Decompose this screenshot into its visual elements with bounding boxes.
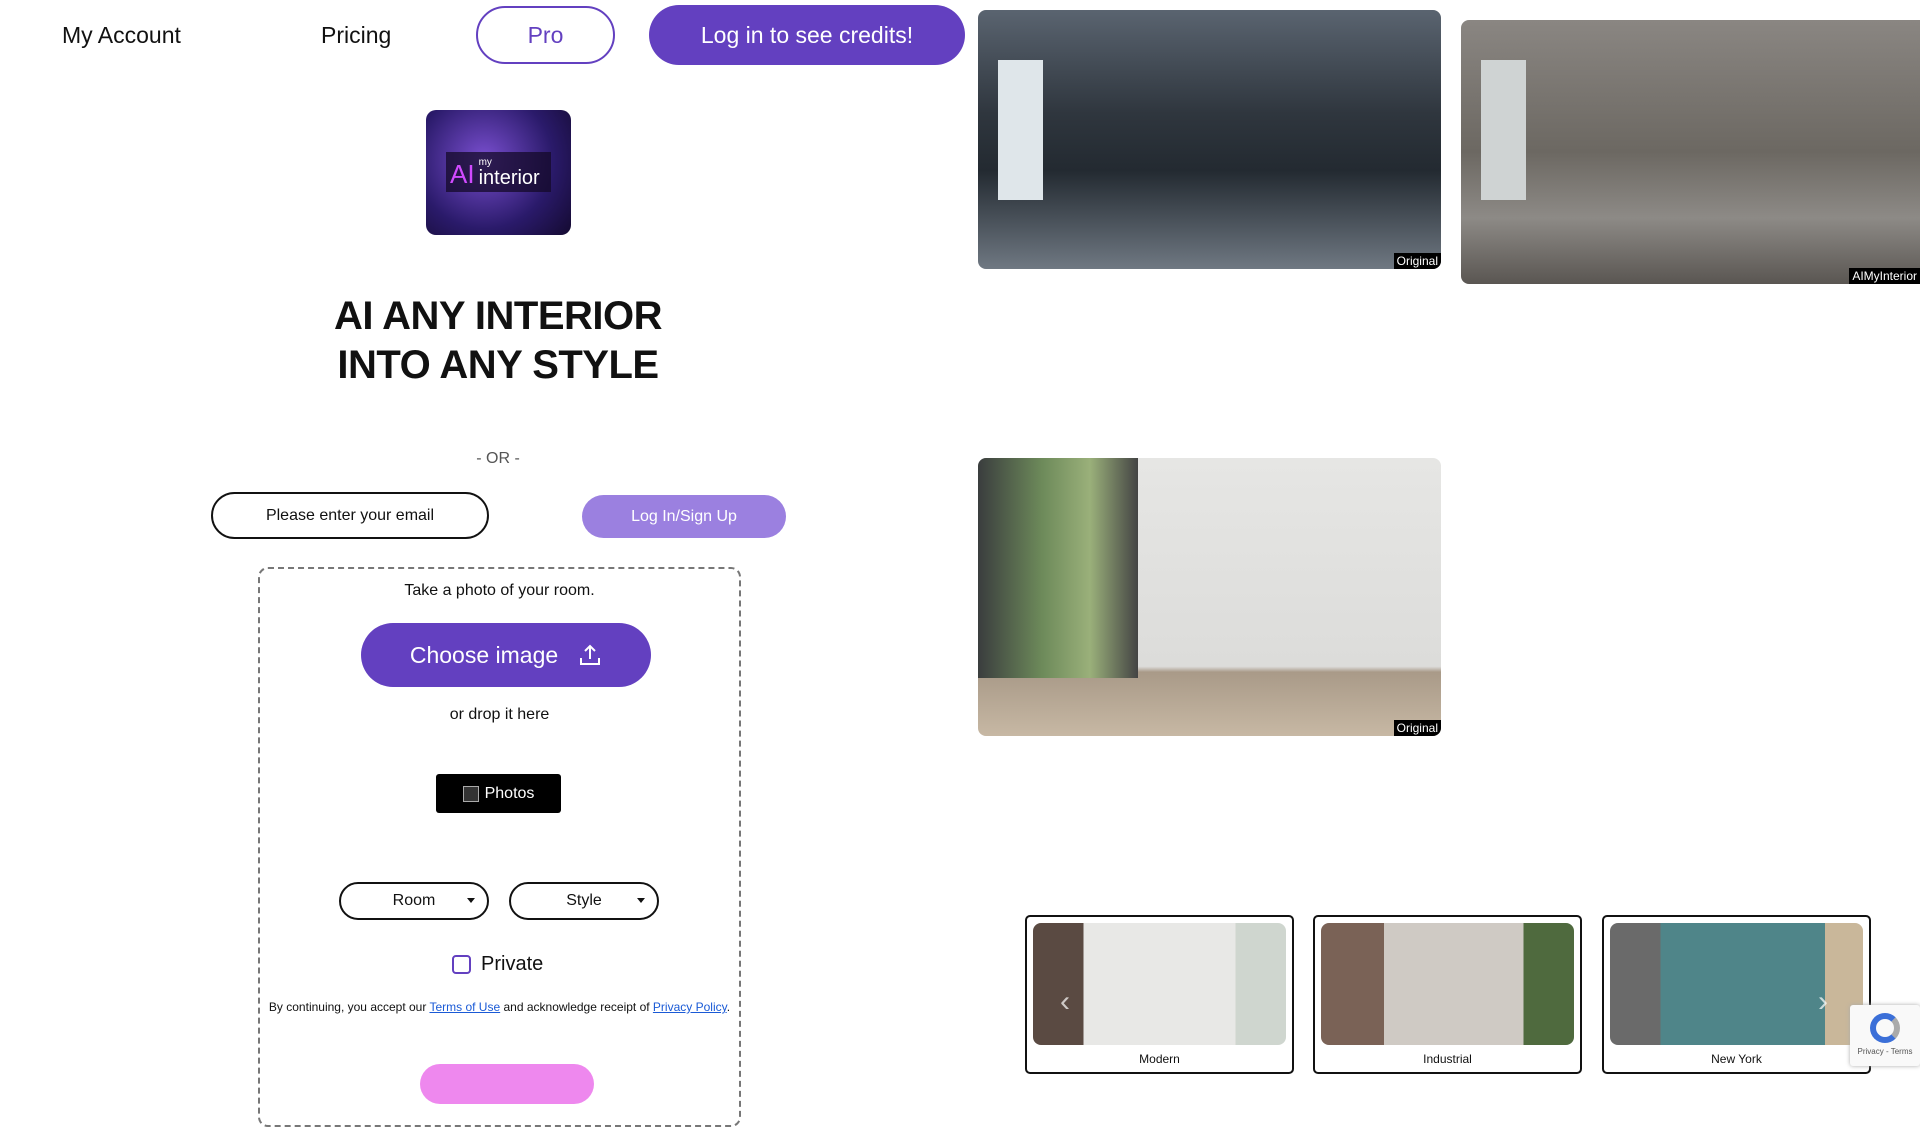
legal-text: By continuing, you accept our Terms of U… [268,1000,731,1014]
room-select[interactable]: Room [339,882,489,920]
recaptcha-badge[interactable]: Privacy - Terms [1850,1005,1920,1066]
private-label: Private [481,953,544,975]
style-thumbnail [1033,923,1286,1045]
privacy-link[interactable]: Privacy Policy [653,1000,727,1014]
login-credits-button[interactable]: Log in to see credits! [649,5,965,65]
recaptcha-icon [1870,1013,1900,1043]
logo-ai: AI [450,159,475,189]
style-label: Modern [1139,1052,1180,1066]
image-icon [462,785,479,802]
carousel-next-icon[interactable]: › [1818,985,1828,1019]
photos-label: Photos [484,784,535,802]
window [998,60,1043,200]
email-input[interactable]: Please enter your email [211,492,489,539]
page-title: AI ANY INTERIOR INTO ANY STYLE [333,294,663,387]
or-divider: - OR - [476,450,520,467]
caret-down-icon [467,898,475,903]
generate-button[interactable] [420,1064,594,1104]
photos-button[interactable]: Photos [436,774,561,813]
pro-button[interactable]: Pro [476,6,615,64]
private-toggle[interactable]: Private [452,953,543,976]
nav-my-account[interactable]: My Account [62,22,181,49]
style-thumbnail [1610,923,1863,1045]
result-tag: AIMyInterior [1849,268,1920,284]
drop-hint: or drop it here [449,706,550,723]
original-photo-1: Original [978,10,1441,269]
original-tag: Original [1393,720,1441,736]
upload-icon [580,644,601,665]
private-checkbox[interactable] [452,955,471,974]
logo-interior: my interior [478,157,540,189]
choose-image-label: Choose image [409,641,559,668]
style-card-industrial[interactable]: Industrial [1313,915,1582,1074]
upload-instruction: Take a photo of your room. [404,582,595,599]
original-photo-2: Original [978,458,1441,736]
caret-down-icon [637,898,645,903]
recaptcha-text: Privacy - Terms [1857,1047,1913,1056]
choose-image-button[interactable]: Choose image [361,623,651,687]
carousel-prev-icon[interactable]: ‹ [1060,985,1070,1019]
style-select[interactable]: Style [509,882,659,920]
style-label: New York [1711,1052,1762,1066]
style-label: Industrial [1423,1052,1472,1066]
login-signup-button[interactable]: Log In/Sign Up [582,495,786,538]
result-photo-1: AIMyInterior [1461,20,1920,284]
style-thumbnail [1321,923,1574,1045]
window [1481,60,1526,200]
style-card-new-york[interactable]: New York [1602,915,1871,1074]
original-tag: Original [1393,253,1441,269]
logo: AI my interior [414,104,583,241]
nav-pricing[interactable]: Pricing [321,22,391,49]
terms-link[interactable]: Terms of Use [429,1000,500,1014]
glass-door [978,458,1138,678]
